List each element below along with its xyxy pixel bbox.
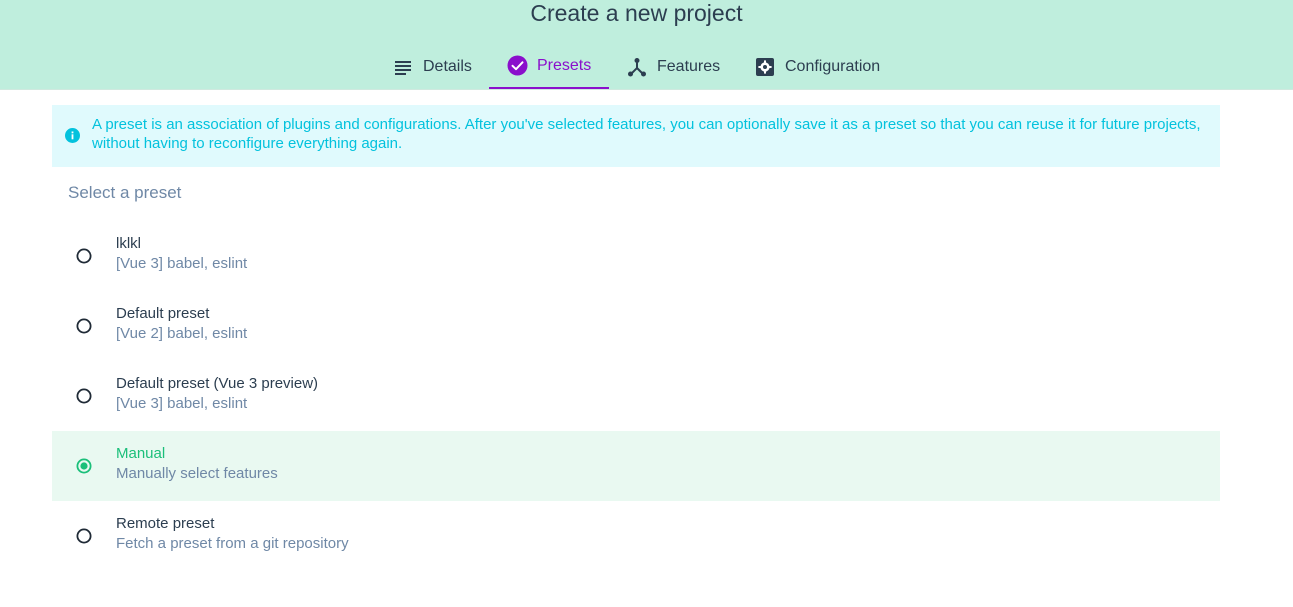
- radio-unchecked-icon[interactable]: [76, 388, 92, 404]
- settings-box-icon: [754, 56, 776, 78]
- page-title: Create a new project: [530, 0, 743, 26]
- radio-unchecked-icon[interactable]: [76, 318, 92, 334]
- info-icon: [65, 128, 80, 143]
- preset-name: Default preset (Vue 3 preview): [116, 375, 319, 392]
- tab-features[interactable]: Features: [615, 44, 735, 89]
- preset-item-remote[interactable]: Remote preset Fetch a preset from a git …: [52, 501, 1220, 571]
- preset-description: [Vue 2] babel, eslint: [116, 325, 248, 342]
- preset-item-lklkl[interactable]: lklkl [Vue 3] babel, eslint: [52, 221, 1220, 291]
- section-title: Select a preset: [68, 183, 182, 202]
- preset-name: Remote preset: [116, 515, 215, 532]
- preset-name: Manual: [116, 445, 166, 462]
- merge-icon: [626, 56, 648, 78]
- info-banner: A preset is an association of plugins an…: [52, 105, 1220, 167]
- tab-bar: Details Presets Features Configuration: [0, 44, 1293, 89]
- preset-item-default[interactable]: Default preset [Vue 2] babel, eslint: [52, 291, 1220, 361]
- tab-label: Features: [657, 57, 721, 75]
- preset-description: [Vue 3] babel, eslint: [116, 395, 248, 412]
- radio-unchecked-icon[interactable]: [76, 528, 92, 544]
- tab-label: Configuration: [785, 57, 881, 75]
- preset-item-manual[interactable]: Manual Manually select features: [52, 431, 1220, 501]
- tab-label: Details: [423, 57, 472, 75]
- preset-description: Manually select features: [116, 465, 278, 482]
- list-icon: [392, 56, 414, 78]
- preset-item-default-vue3[interactable]: Default preset (Vue 3 preview) [Vue 3] b…: [52, 361, 1220, 431]
- info-text: A preset is an association of plugins an…: [92, 116, 1201, 152]
- tab-configuration[interactable]: Configuration: [743, 44, 903, 89]
- header: Create a new project Details Presets Fea…: [0, 0, 1293, 90]
- tab-presets[interactable]: Presets: [489, 44, 609, 89]
- radio-checked-icon[interactable]: [76, 458, 92, 474]
- tab-details[interactable]: Details: [383, 44, 481, 89]
- radio-unchecked-icon[interactable]: [76, 248, 92, 264]
- preset-description: [Vue 3] babel, eslint: [116, 255, 248, 272]
- check-circle-icon: [506, 55, 528, 77]
- tab-label: Presets: [537, 56, 592, 74]
- preset-name: lklkl: [116, 235, 141, 252]
- preset-name: Default preset: [116, 305, 210, 322]
- preset-description: Fetch a preset from a git repository: [116, 535, 349, 552]
- preset-list: lklkl [Vue 3] babel, eslint Default pres…: [52, 221, 1220, 571]
